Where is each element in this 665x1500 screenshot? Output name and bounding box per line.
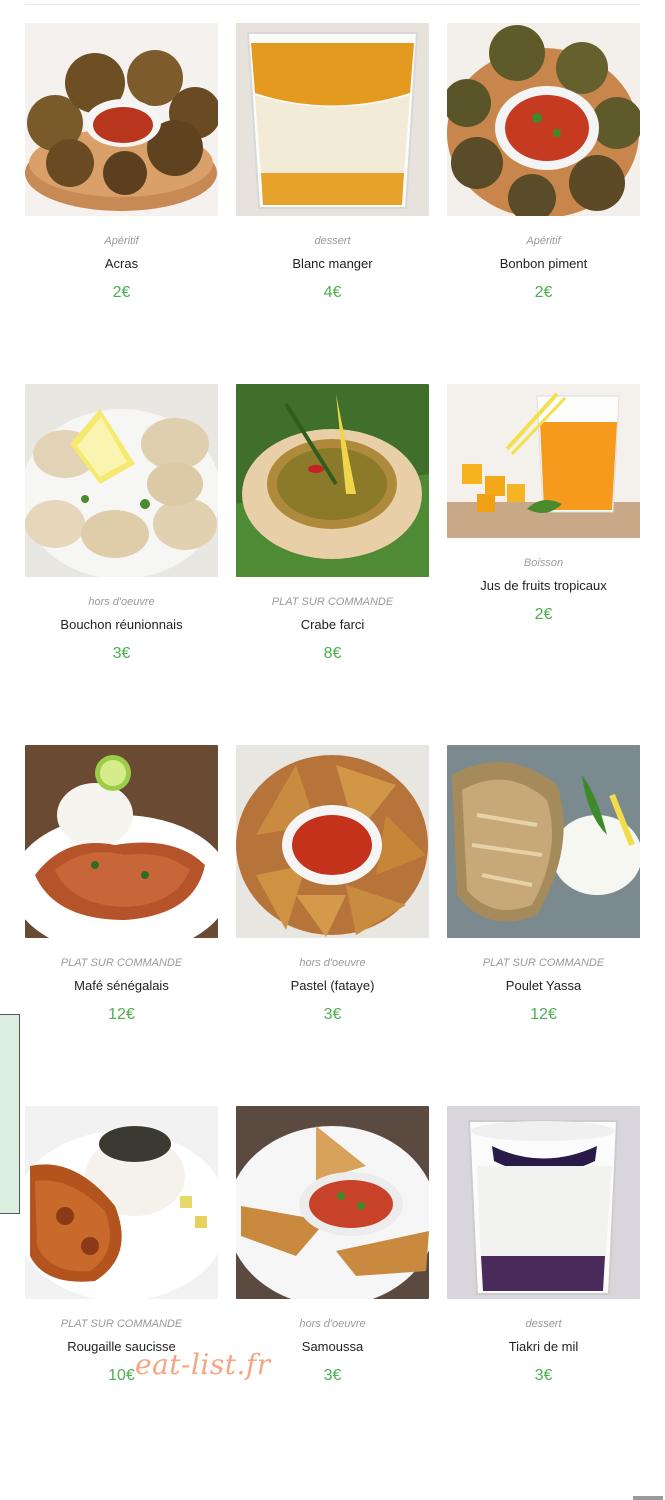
item-price: 3€	[534, 1367, 553, 1384]
item-name[interactable]: Bonbon piment	[447, 256, 640, 272]
item-name[interactable]: Pastel (fataye)	[236, 978, 429, 994]
item-price: 12€	[108, 1006, 135, 1023]
food-photo-bonbon-piment[interactable]	[447, 23, 640, 216]
item-category: PLAT SUR COMMANDE	[60, 1318, 183, 1330]
menu-item-card[interactable]: hors d'oeuvre Pastel (fataye) 3€	[236, 745, 429, 1024]
item-category: dessert	[314, 235, 351, 247]
menu-item-card[interactable]: dessert Blanc manger 4€	[236, 23, 429, 302]
item-name[interactable]: Crabe farci	[236, 617, 429, 633]
item-name[interactable]: Jus de fruits tropicaux	[447, 578, 640, 594]
watermark: eat-list.fr	[135, 1348, 271, 1381]
menu-item-card[interactable]: hors d'oeuvre Bouchon réunionnais 3€	[25, 384, 218, 663]
item-price: 3€	[323, 1006, 342, 1023]
menu-item-card[interactable]: dessert Tiakri de mil 3€	[447, 1106, 640, 1385]
item-name[interactable]: Tiakri de mil	[447, 1339, 640, 1355]
item-price: 2€	[534, 284, 553, 301]
food-photo-rougaille[interactable]	[25, 1106, 218, 1299]
food-photo-bouchon[interactable]	[25, 384, 218, 577]
food-photo-samoussa[interactable]	[236, 1106, 429, 1299]
item-price: 8€	[323, 645, 342, 662]
item-price: 2€	[112, 284, 131, 301]
menu-item-card[interactable]: PLAT SUR COMMANDE Crabe farci 8€	[236, 384, 429, 663]
food-photo-tiakri[interactable]	[447, 1106, 640, 1299]
item-name[interactable]: Blanc manger	[236, 256, 429, 272]
item-category: hors d'oeuvre	[88, 596, 155, 608]
item-category: Boisson	[523, 557, 564, 569]
item-category: hors d'oeuvre	[299, 957, 366, 969]
item-price: 2€	[534, 606, 553, 623]
item-price: 3€	[112, 645, 131, 662]
item-name[interactable]: Acras	[25, 256, 218, 272]
food-photo-poulet-yassa[interactable]	[447, 745, 640, 938]
menu-item-card[interactable]: Apéritif Bonbon piment 2€	[447, 23, 640, 302]
item-category: dessert	[525, 1318, 562, 1330]
item-category: Apéritif	[104, 235, 139, 247]
item-name[interactable]: Bouchon réunionnais	[25, 617, 218, 633]
item-category: PLAT SUR COMMANDE	[482, 957, 605, 969]
menu-item-card[interactable]: Boisson Jus de fruits tropicaux 2€	[447, 384, 640, 624]
food-photo-blanc-manger[interactable]	[236, 23, 429, 216]
item-name[interactable]: Mafé sénégalais	[25, 978, 218, 994]
food-photo-jus-de-fruits[interactable]	[447, 384, 640, 538]
item-category: Apéritif	[526, 235, 561, 247]
scrollbar-thumb[interactable]	[633, 1496, 663, 1500]
food-photo-mafe[interactable]	[25, 745, 218, 938]
item-name[interactable]: Poulet Yassa	[447, 978, 640, 994]
item-category: PLAT SUR COMMANDE	[60, 957, 183, 969]
menu-item-card[interactable]: PLAT SUR COMMANDE Mafé sénégalais 12€	[25, 745, 218, 1024]
menu-item-card[interactable]: PLAT SUR COMMANDE Poulet Yassa 12€	[447, 745, 640, 1024]
menu-item-card[interactable]: hors d'oeuvre Samoussa 3€	[236, 1106, 429, 1385]
menu-item-card[interactable]: PLAT SUR COMMANDE Rougaille saucisse 10€	[25, 1106, 218, 1385]
item-price: 4€	[323, 284, 342, 301]
item-category: PLAT SUR COMMANDE	[271, 596, 394, 608]
menu-item-card[interactable]: Apéritif Acras 2€	[25, 23, 218, 302]
top-divider	[25, 4, 640, 5]
item-category: hors d'oeuvre	[299, 1318, 366, 1330]
food-photo-pastel[interactable]	[236, 745, 429, 938]
item-price: 12€	[530, 1006, 557, 1023]
food-photo-crabe-farci[interactable]	[236, 384, 429, 577]
side-feedback-tab[interactable]	[0, 1014, 20, 1214]
food-photo-acras[interactable]	[25, 23, 218, 216]
